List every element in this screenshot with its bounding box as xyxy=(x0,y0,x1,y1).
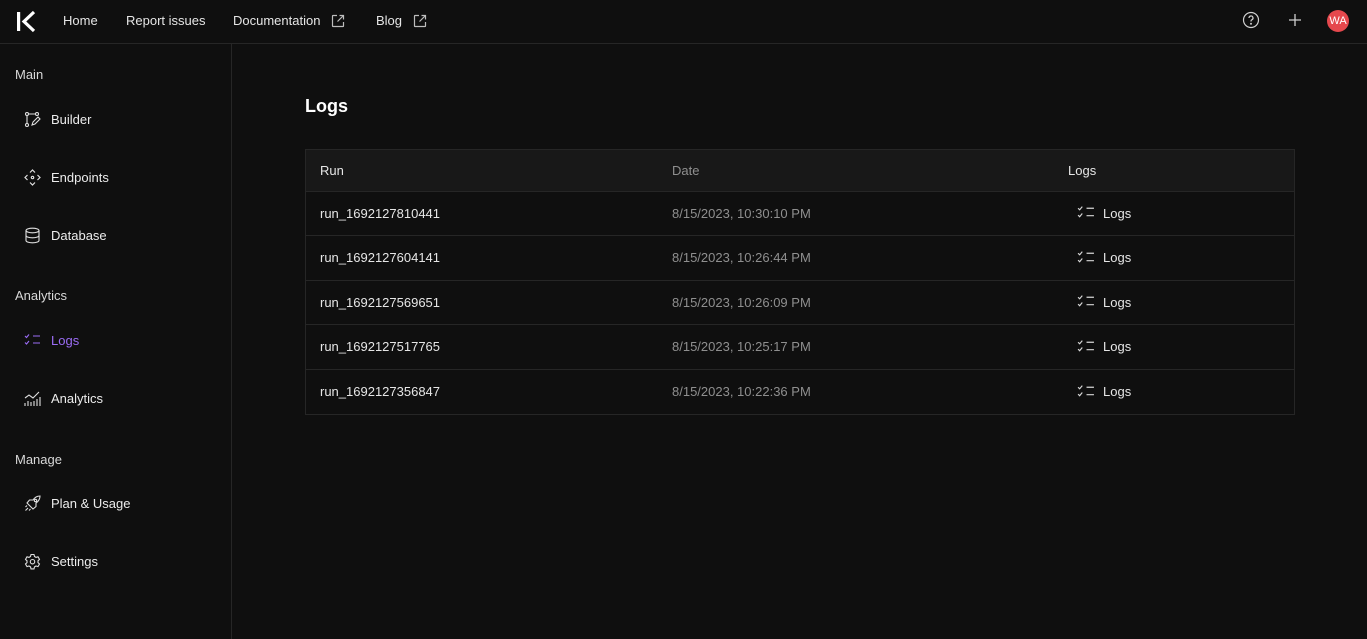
gear-icon xyxy=(24,553,41,569)
sidebar-item-analytics[interactable]: Analytics xyxy=(24,389,103,407)
view-logs-button[interactable]: Logs xyxy=(1068,293,1131,311)
column-header-logs: Logs xyxy=(1068,162,1097,178)
sidebar: Main Builder Endpoints Database Analytic… xyxy=(0,44,232,639)
nav-documentation-link[interactable]: Documentation xyxy=(233,13,346,29)
table-row: run_1692127356847 8/15/2023, 10:22:36 PM… xyxy=(306,369,1294,414)
rocket-icon xyxy=(25,494,41,511)
table-header-row: Run Date Logs xyxy=(306,150,1294,191)
sidebar-item-builder[interactable]: Builder xyxy=(24,110,91,128)
sidebar-item-label: Plan & Usage xyxy=(51,495,131,511)
user-avatar[interactable]: WA xyxy=(1327,10,1349,32)
chart-line-icon xyxy=(24,391,41,406)
sidebar-item-database[interactable]: Database xyxy=(24,226,107,244)
nav-blog-link[interactable]: Blog xyxy=(376,13,428,29)
run-id-cell: run_1692127604141 xyxy=(320,250,441,266)
column-header-run: Run xyxy=(320,162,344,178)
sidebar-item-logs[interactable]: Logs xyxy=(24,331,79,349)
date-cell: 8/15/2023, 10:26:09 PM xyxy=(672,294,811,310)
database-icon xyxy=(25,227,40,243)
run-id-cell: run_1692127810441 xyxy=(320,205,441,221)
sidebar-item-label: Builder xyxy=(51,111,92,127)
sidebar-item-plan-usage[interactable]: Plan & Usage xyxy=(24,494,131,512)
external-link-icon xyxy=(332,14,345,28)
view-logs-button[interactable]: Logs xyxy=(1068,383,1131,401)
nav-documentation-label: Documentation xyxy=(233,13,321,28)
view-logs-label: Logs xyxy=(1103,339,1132,355)
sidebar-item-label: Database xyxy=(51,227,107,243)
sidebar-section-analytics: Analytics xyxy=(15,288,68,303)
list-checks-icon xyxy=(1077,340,1094,352)
sidebar-item-label: Analytics xyxy=(51,390,104,406)
sidebar-item-label: Logs xyxy=(51,332,80,348)
nav-home-label: Home xyxy=(63,13,98,28)
view-logs-label: Logs xyxy=(1103,205,1132,221)
list-checks-icon xyxy=(1077,206,1094,218)
table-row: run_1692127604141 8/15/2023, 10:26:44 PM… xyxy=(306,235,1294,281)
view-logs-label: Logs xyxy=(1103,384,1132,399)
sidebar-section-manage: Manage xyxy=(15,452,62,467)
avatar-initials: WA xyxy=(1329,15,1347,27)
view-logs-label: Logs xyxy=(1103,250,1132,266)
run-id-cell: run_1692127569651 xyxy=(320,294,441,310)
date-cell: 8/15/2023, 10:26:44 PM xyxy=(672,250,811,266)
view-logs-button[interactable]: Logs xyxy=(1068,338,1131,356)
plus-icon[interactable] xyxy=(1285,10,1305,30)
help-circle-icon[interactable] xyxy=(1241,10,1261,30)
sidebar-item-label: Endpoints xyxy=(51,169,109,185)
external-link-icon xyxy=(413,14,427,28)
run-id-cell: run_1692127356847 xyxy=(320,384,441,399)
builder-icon xyxy=(24,111,41,127)
nav-blog-label: Blog xyxy=(376,13,403,28)
nav-report-issues-link[interactable]: Report issues xyxy=(126,13,205,29)
table-row: run_1692127517765 8/15/2023, 10:25:17 PM… xyxy=(306,324,1294,370)
table-row: run_1692127569651 8/15/2023, 10:26:09 PM… xyxy=(306,280,1294,325)
table-row: run_1692127810441 8/15/2023, 10:30:10 PM… xyxy=(306,191,1294,236)
nav-report-issues-label: Report issues xyxy=(126,13,206,28)
logs-table: Run Date Logs run_1692127810441 8/15/202… xyxy=(305,149,1295,415)
sidebar-item-label: Settings xyxy=(51,553,98,569)
list-checks-icon xyxy=(24,333,40,345)
view-logs-button[interactable]: Logs xyxy=(1068,249,1131,267)
view-logs-label: Logs xyxy=(1103,294,1132,310)
top-navbar: Home Report issues Documentation Blog WA xyxy=(0,0,1367,44)
sidebar-item-endpoints[interactable]: Endpoints xyxy=(24,168,109,186)
app-logo-icon[interactable] xyxy=(15,10,39,34)
date-cell: 8/15/2023, 10:22:36 PM xyxy=(672,384,811,399)
nav-home-link[interactable]: Home xyxy=(63,13,98,29)
view-logs-button[interactable]: Logs xyxy=(1068,204,1131,222)
list-checks-icon xyxy=(1077,384,1094,397)
list-checks-icon xyxy=(1077,251,1094,263)
list-checks-icon xyxy=(1077,295,1094,307)
page-title: Logs xyxy=(305,96,348,116)
endpoints-icon xyxy=(24,168,41,186)
date-cell: 8/15/2023, 10:25:17 PM xyxy=(672,339,811,355)
column-header-date: Date xyxy=(672,162,700,178)
run-id-cell: run_1692127517765 xyxy=(320,339,441,355)
date-cell: 8/15/2023, 10:30:10 PM xyxy=(672,205,811,221)
sidebar-section-main: Main xyxy=(15,67,44,82)
sidebar-item-settings[interactable]: Settings xyxy=(24,552,98,570)
